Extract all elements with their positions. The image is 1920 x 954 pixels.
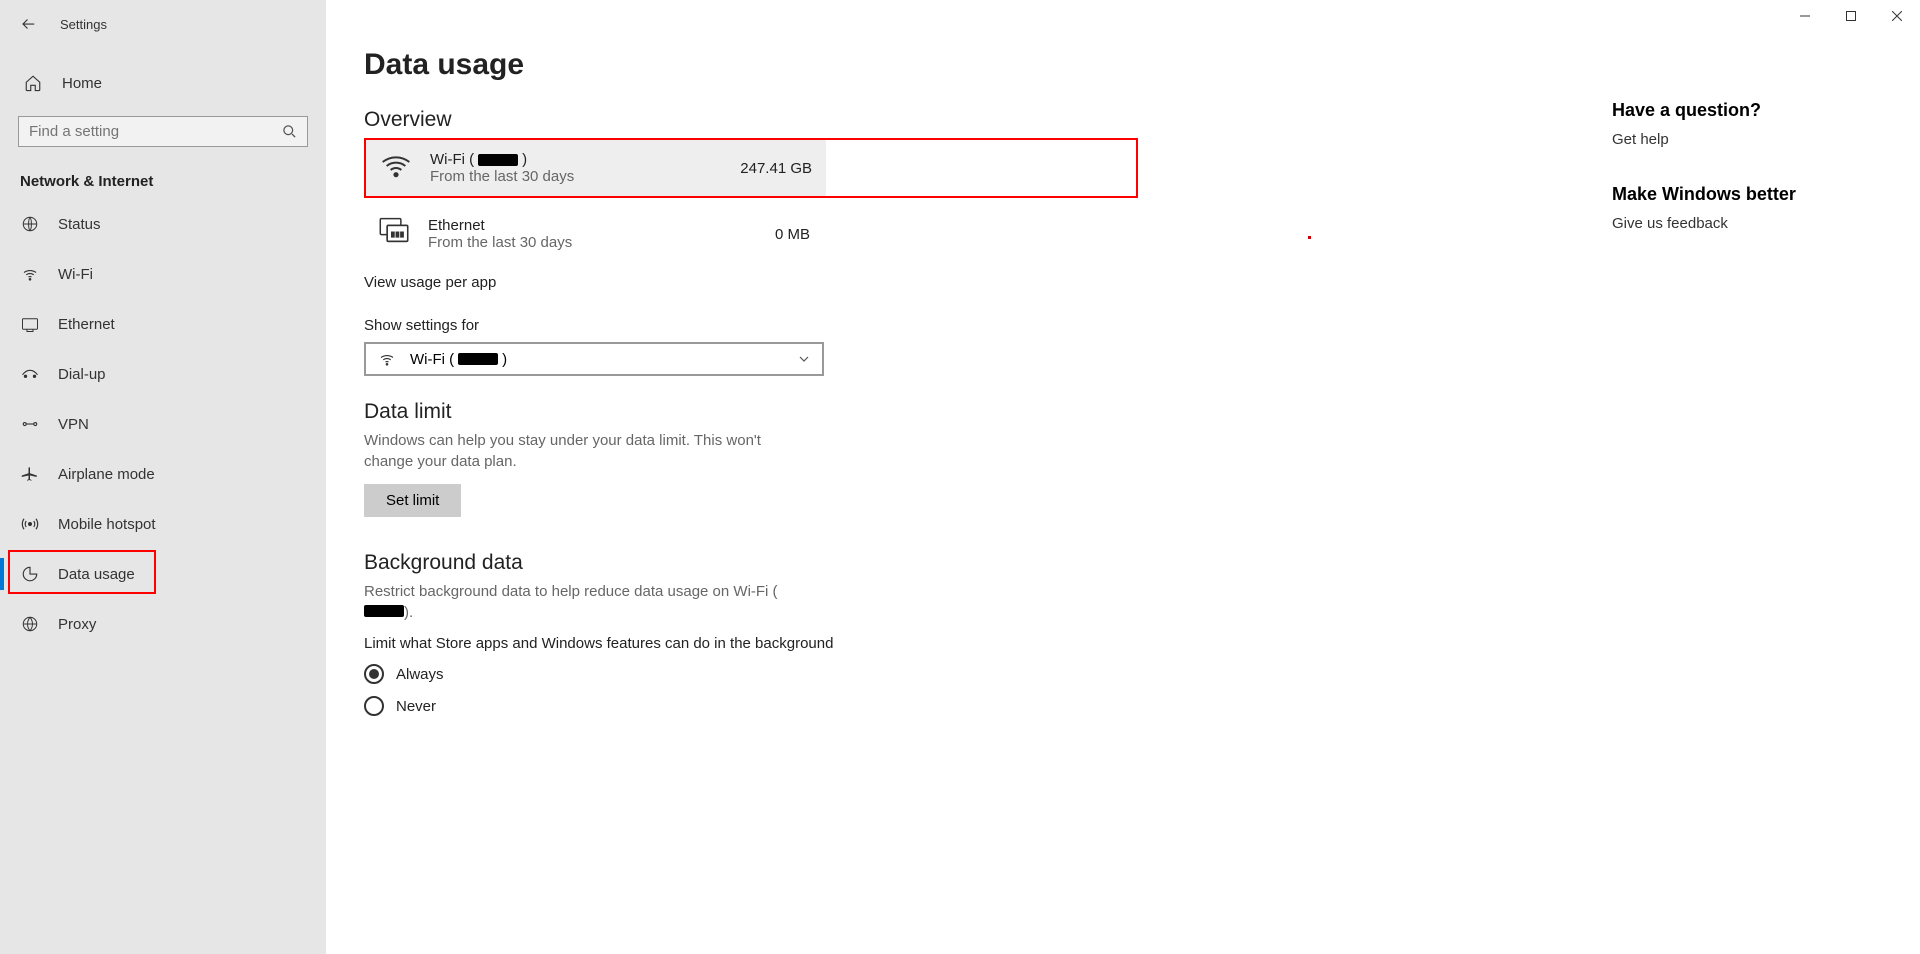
sidebar-item-airplane[interactable]: Airplane mode	[0, 452, 326, 496]
radio-never[interactable]: Never	[364, 696, 1138, 716]
radio-icon	[364, 696, 384, 716]
sidebar-home[interactable]: Home	[0, 64, 326, 102]
sidebar-item-proxy[interactable]: Proxy	[0, 602, 326, 646]
ethernet-port-icon	[378, 216, 414, 252]
overview-ethernet-sub: From the last 30 days	[428, 234, 775, 251]
overview-ethernet-name: Ethernet	[428, 217, 775, 234]
sidebar-item-status[interactable]: Status	[0, 202, 326, 246]
back-arrow-icon[interactable]	[20, 15, 40, 33]
search-box[interactable]	[18, 116, 308, 147]
overview-ethernet-value: 0 MB	[775, 226, 810, 243]
titlebar-left: Settings	[0, 0, 326, 48]
wifi-icon	[20, 264, 40, 284]
sidebar-category: Network & Internet	[0, 147, 326, 202]
have-question-heading: Have a question?	[1612, 100, 1832, 121]
wifi-icon-small	[378, 350, 398, 368]
give-feedback-link[interactable]: Give us feedback	[1612, 215, 1832, 232]
content: Data usage Overview Wi-Fi () From the la…	[326, 0, 1176, 954]
show-settings-label: Show settings for	[364, 317, 1138, 334]
sidebar-item-dialup[interactable]: Dial-up	[0, 352, 326, 396]
overview-wifi-value: 247.41 GB	[740, 160, 812, 177]
data-limit-heading: Data limit	[364, 400, 1138, 424]
show-settings-dropdown[interactable]: Wi-Fi ()	[364, 342, 824, 376]
overview-heading: Overview	[364, 108, 1138, 132]
overview-wifi-sub: From the last 30 days	[430, 168, 740, 185]
redacted-ssid	[478, 154, 518, 166]
main: Data usage Overview Wi-Fi () From the la…	[326, 0, 1920, 954]
radio-always[interactable]: Always	[364, 664, 1138, 684]
redacted-ssid	[458, 353, 498, 365]
sidebar: Settings Home Network & Internet Status …	[0, 0, 326, 954]
sidebar-item-wifi[interactable]: Wi-Fi	[0, 252, 326, 296]
sidebar-home-label: Home	[62, 75, 102, 92]
globe-icon	[20, 214, 40, 234]
right-column: Have a question? Get help Make Windows b…	[1612, 100, 1832, 268]
sidebar-item-data-usage[interactable]: Data usage	[0, 552, 326, 596]
limit-store-label: Limit what Store apps and Windows featur…	[364, 635, 1138, 652]
proxy-icon	[20, 614, 40, 634]
view-usage-per-app-link[interactable]: View usage per app	[364, 274, 1138, 291]
window-controls	[1782, 0, 1920, 32]
radio-icon	[364, 664, 384, 684]
make-windows-better-heading: Make Windows better	[1612, 184, 1832, 205]
chevron-down-icon	[798, 353, 810, 365]
sidebar-item-ethernet[interactable]: Ethernet	[0, 302, 326, 346]
minimize-button[interactable]	[1782, 0, 1828, 32]
maximize-button[interactable]	[1828, 0, 1874, 32]
search-icon	[282, 124, 297, 139]
ethernet-icon	[20, 314, 40, 334]
page-title: Data usage	[364, 48, 1138, 82]
home-icon	[24, 74, 44, 92]
sidebar-item-vpn[interactable]: VPN	[0, 402, 326, 446]
hotspot-icon	[20, 514, 40, 534]
data-limit-desc: Windows can help you stay under your dat…	[364, 430, 794, 472]
get-help-link[interactable]: Get help	[1612, 131, 1832, 148]
annotation-dot	[1308, 236, 1311, 239]
background-data-heading: Background data	[364, 551, 1138, 575]
redacted-ssid	[364, 605, 404, 617]
sidebar-item-hotspot[interactable]: Mobile hotspot	[0, 502, 326, 546]
annotation-highlight-wifi: Wi-Fi () From the last 30 days 247.41 GB	[364, 138, 1138, 198]
data-usage-icon	[20, 564, 40, 584]
set-limit-button[interactable]: Set limit	[364, 484, 461, 517]
close-button[interactable]	[1874, 0, 1920, 32]
search-input[interactable]	[29, 123, 282, 140]
vpn-icon	[20, 414, 40, 434]
overview-ethernet-row[interactable]: Ethernet From the last 30 days 0 MB	[364, 206, 824, 262]
dialup-icon	[20, 364, 40, 384]
overview-wifi-name: Wi-Fi ()	[430, 151, 740, 168]
background-data-desc: Restrict background data to help reduce …	[364, 581, 794, 623]
overview-wifi-row[interactable]: Wi-Fi () From the last 30 days 247.41 GB	[366, 140, 826, 196]
airplane-icon	[20, 464, 40, 484]
wifi-signal-icon	[380, 150, 416, 186]
window-title: Settings	[60, 17, 107, 32]
dropdown-selected: Wi-Fi ()	[410, 351, 786, 368]
